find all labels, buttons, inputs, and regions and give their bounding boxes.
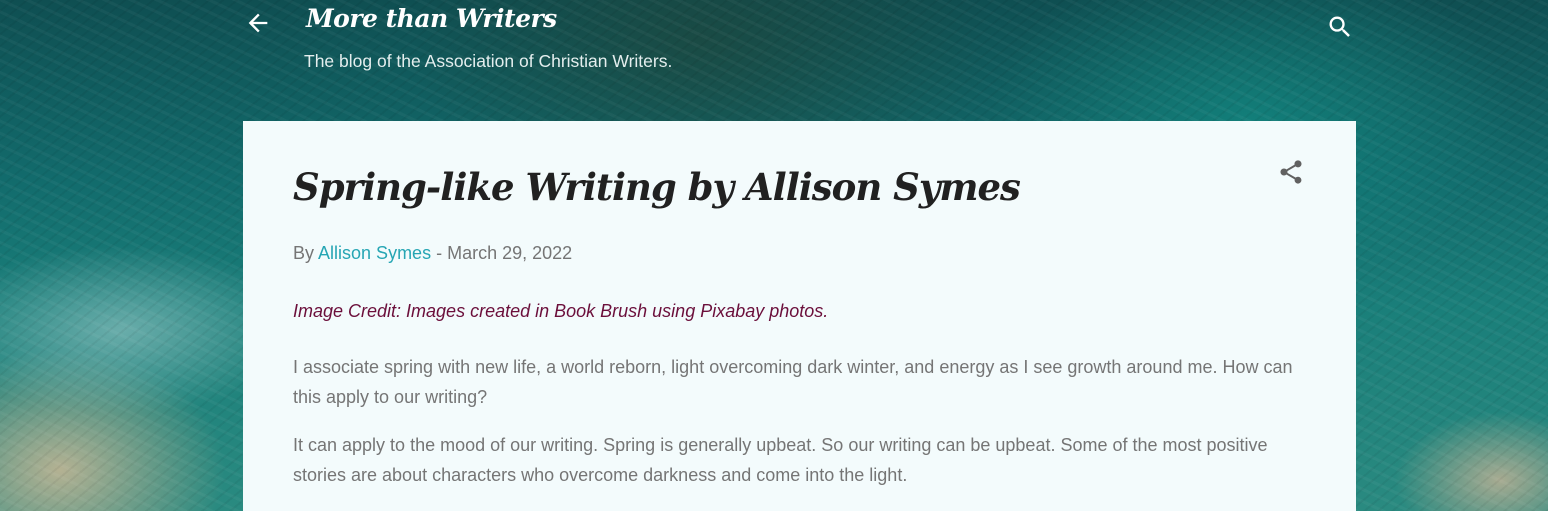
search-button[interactable] bbox=[1326, 13, 1354, 41]
arrow-left-icon bbox=[248, 13, 268, 33]
blog-header: More than Writers The blog of the Associ… bbox=[0, 0, 1548, 121]
byline-separator: - bbox=[436, 243, 443, 263]
blog-title[interactable]: More than Writers bbox=[306, 4, 557, 33]
byline-by: By bbox=[293, 243, 315, 263]
post-paragraph: I associate spring with new life, a worl… bbox=[293, 357, 1293, 407]
share-icon bbox=[1280, 160, 1302, 184]
post-date: March 29, 2022 bbox=[447, 243, 573, 263]
blog-description: The blog of the Association of Christian… bbox=[304, 51, 673, 71]
back-button[interactable] bbox=[244, 9, 272, 37]
post-title: Spring-like Writing by Allison Symes bbox=[293, 165, 1021, 209]
search-icon bbox=[1329, 16, 1350, 37]
share-button[interactable] bbox=[1277, 158, 1305, 186]
post-card: Spring-like Writing by Allison Symes By … bbox=[243, 121, 1356, 511]
post-byline: By Allison Symes - March 29, 2022 bbox=[293, 243, 572, 264]
author-link[interactable]: Allison Symes bbox=[318, 243, 431, 263]
image-credit: Image Credit: Images created in Book Bru… bbox=[293, 301, 829, 321]
post-paragraph: It can apply to the mood of our writing.… bbox=[293, 435, 1268, 485]
